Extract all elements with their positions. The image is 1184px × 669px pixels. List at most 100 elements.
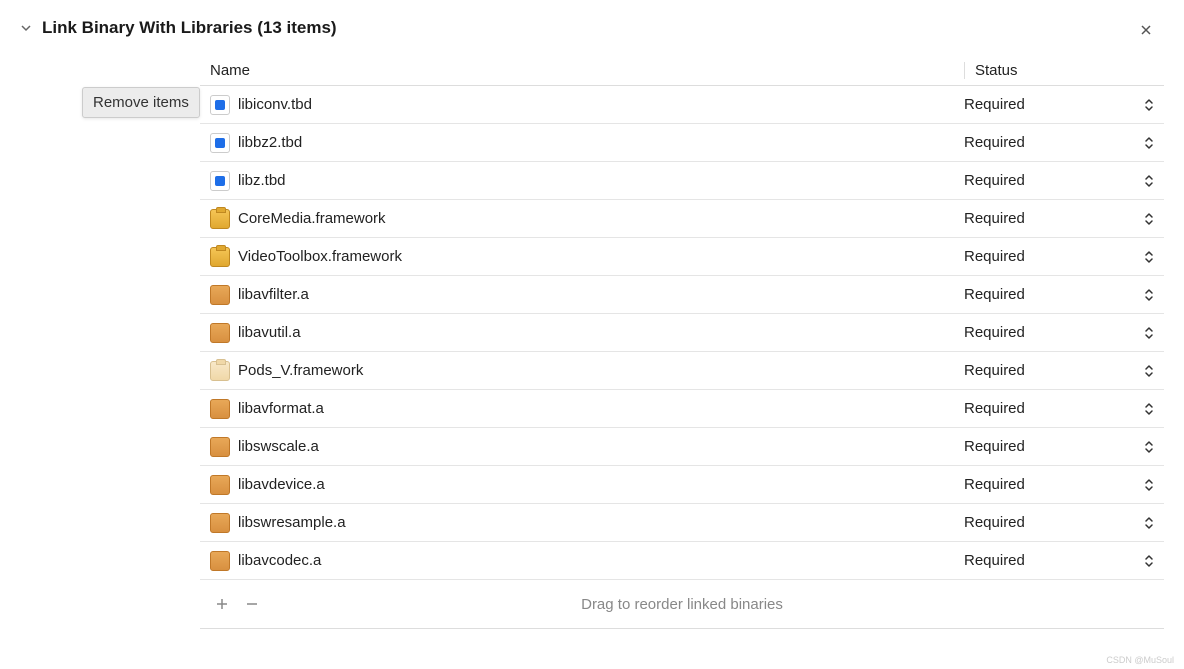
library-name: libswscale.a	[238, 438, 319, 455]
status-stepper-icon[interactable]	[1144, 288, 1154, 302]
status-stepper-icon[interactable]	[1144, 326, 1154, 340]
status-label: Required	[964, 362, 1025, 379]
status-stepper-icon[interactable]	[1144, 136, 1154, 150]
status-label: Required	[964, 210, 1025, 227]
watermark-text: CSDN @MuSoul	[1106, 655, 1174, 665]
status-stepper-icon[interactable]	[1144, 516, 1154, 530]
row-status-cell: Required	[964, 400, 1164, 417]
name-column-header[interactable]: Name	[200, 62, 964, 79]
libraries-table: Name Status libiconv.tbdRequiredlibbz2.t…	[200, 56, 1164, 580]
status-label: Required	[964, 248, 1025, 265]
row-status-cell: Required	[964, 248, 1164, 265]
table-row[interactable]: libavformat.a Required	[200, 390, 1164, 428]
row-name-cell: VideoToolbox.framework	[200, 247, 964, 267]
archive-file-icon	[210, 513, 230, 533]
table-row[interactable]: libswscale.a Required	[200, 428, 1164, 466]
archive-file-icon	[210, 285, 230, 305]
row-status-cell: Required	[964, 134, 1164, 151]
row-name-cell: libswscale.a	[200, 437, 964, 457]
table-row[interactable]: libavfilter.a Required	[200, 276, 1164, 314]
footer-hint-text: Drag to reorder linked binaries	[581, 596, 783, 613]
table-row[interactable]: libavutil.a Required	[200, 314, 1164, 352]
disclosure-toggle[interactable]	[20, 22, 32, 34]
status-label: Required	[964, 514, 1025, 531]
tbd-file-icon	[210, 95, 230, 115]
status-stepper-icon[interactable]	[1144, 250, 1154, 264]
status-stepper-icon[interactable]	[1144, 478, 1154, 492]
row-status-cell: Required	[964, 210, 1164, 227]
library-name: libavdevice.a	[238, 476, 325, 493]
table-row[interactable]: libavcodec.a Required	[200, 542, 1164, 580]
row-name-cell: libiconv.tbd	[200, 95, 964, 115]
row-name-cell: libavdevice.a	[200, 475, 964, 495]
remove-items-tooltip: Remove items	[82, 87, 200, 118]
archive-file-icon	[210, 323, 230, 343]
archive-file-icon	[210, 551, 230, 571]
tbd-file-icon	[210, 171, 230, 191]
status-label: Required	[964, 134, 1025, 151]
table-row[interactable]: libbz2.tbd Required	[200, 124, 1164, 162]
status-label: Required	[964, 96, 1025, 113]
row-name-cell: CoreMedia.framework	[200, 209, 964, 229]
section-header: Link Binary With Libraries (13 items)	[0, 0, 1184, 56]
framework-file-icon	[210, 247, 230, 267]
archive-file-icon	[210, 437, 230, 457]
status-stepper-icon[interactable]	[1144, 98, 1154, 112]
table-row[interactable]: VideoToolbox.frameworkRequired	[200, 238, 1164, 276]
status-stepper-icon[interactable]	[1144, 554, 1154, 568]
add-button[interactable]	[210, 592, 234, 616]
library-name: libiconv.tbd	[238, 96, 312, 113]
row-name-cell: libavcodec.a	[200, 551, 964, 571]
library-name: libavfilter.a	[238, 286, 309, 303]
row-status-cell: Required	[964, 362, 1164, 379]
library-name: Pods_V.framework	[238, 362, 363, 379]
table-row[interactable]: libswresample.a Required	[200, 504, 1164, 542]
row-status-cell: Required	[964, 96, 1164, 113]
status-stepper-icon[interactable]	[1144, 212, 1154, 226]
status-label: Required	[964, 400, 1025, 417]
library-name: libavformat.a	[238, 400, 324, 417]
row-name-cell: libswresample.a	[200, 513, 964, 533]
row-name-cell: libavfilter.a	[200, 285, 964, 305]
remove-button[interactable]	[240, 592, 264, 616]
close-icon[interactable]	[1138, 22, 1154, 38]
status-stepper-icon[interactable]	[1144, 402, 1154, 416]
status-stepper-icon[interactable]	[1144, 174, 1154, 188]
library-name: libbz2.tbd	[238, 134, 302, 151]
row-name-cell: libavformat.a	[200, 399, 964, 419]
row-status-cell: Required	[964, 438, 1164, 455]
library-name: libz.tbd	[238, 172, 286, 189]
row-status-cell: Required	[964, 172, 1164, 189]
archive-file-icon	[210, 399, 230, 419]
library-name: libavcodec.a	[238, 552, 321, 569]
row-status-cell: Required	[964, 324, 1164, 341]
row-name-cell: libz.tbd	[200, 171, 964, 191]
row-status-cell: Required	[964, 476, 1164, 493]
status-column-header[interactable]: Status	[964, 62, 1164, 79]
library-name: libswresample.a	[238, 514, 346, 531]
row-status-cell: Required	[964, 286, 1164, 303]
archive-file-icon	[210, 475, 230, 495]
row-status-cell: Required	[964, 514, 1164, 531]
framework-file-icon	[210, 209, 230, 229]
status-stepper-icon[interactable]	[1144, 440, 1154, 454]
row-name-cell: Pods_V.framework	[200, 361, 964, 381]
table-row[interactable]: libiconv.tbd Required	[200, 86, 1164, 124]
status-label: Required	[964, 438, 1025, 455]
table-row[interactable]: Pods_V.framework Required	[200, 352, 1164, 390]
row-name-cell: libavutil.a	[200, 323, 964, 343]
section-title: Link Binary With Libraries (13 items)	[42, 18, 337, 38]
table-row[interactable]: libavdevice.a Required	[200, 466, 1164, 504]
framework-light-file-icon	[210, 361, 230, 381]
library-name: CoreMedia.framework	[238, 210, 386, 227]
tbd-file-icon	[210, 133, 230, 153]
status-label: Required	[964, 476, 1025, 493]
table-row[interactable]: CoreMedia.framework Required	[200, 200, 1164, 238]
status-label: Required	[964, 172, 1025, 189]
table-row[interactable]: libz.tbd Required	[200, 162, 1164, 200]
library-name: libavutil.a	[238, 324, 301, 341]
status-stepper-icon[interactable]	[1144, 364, 1154, 378]
table-header-row: Name Status	[200, 56, 1164, 86]
row-status-cell: Required	[964, 552, 1164, 569]
row-name-cell: libbz2.tbd	[200, 133, 964, 153]
